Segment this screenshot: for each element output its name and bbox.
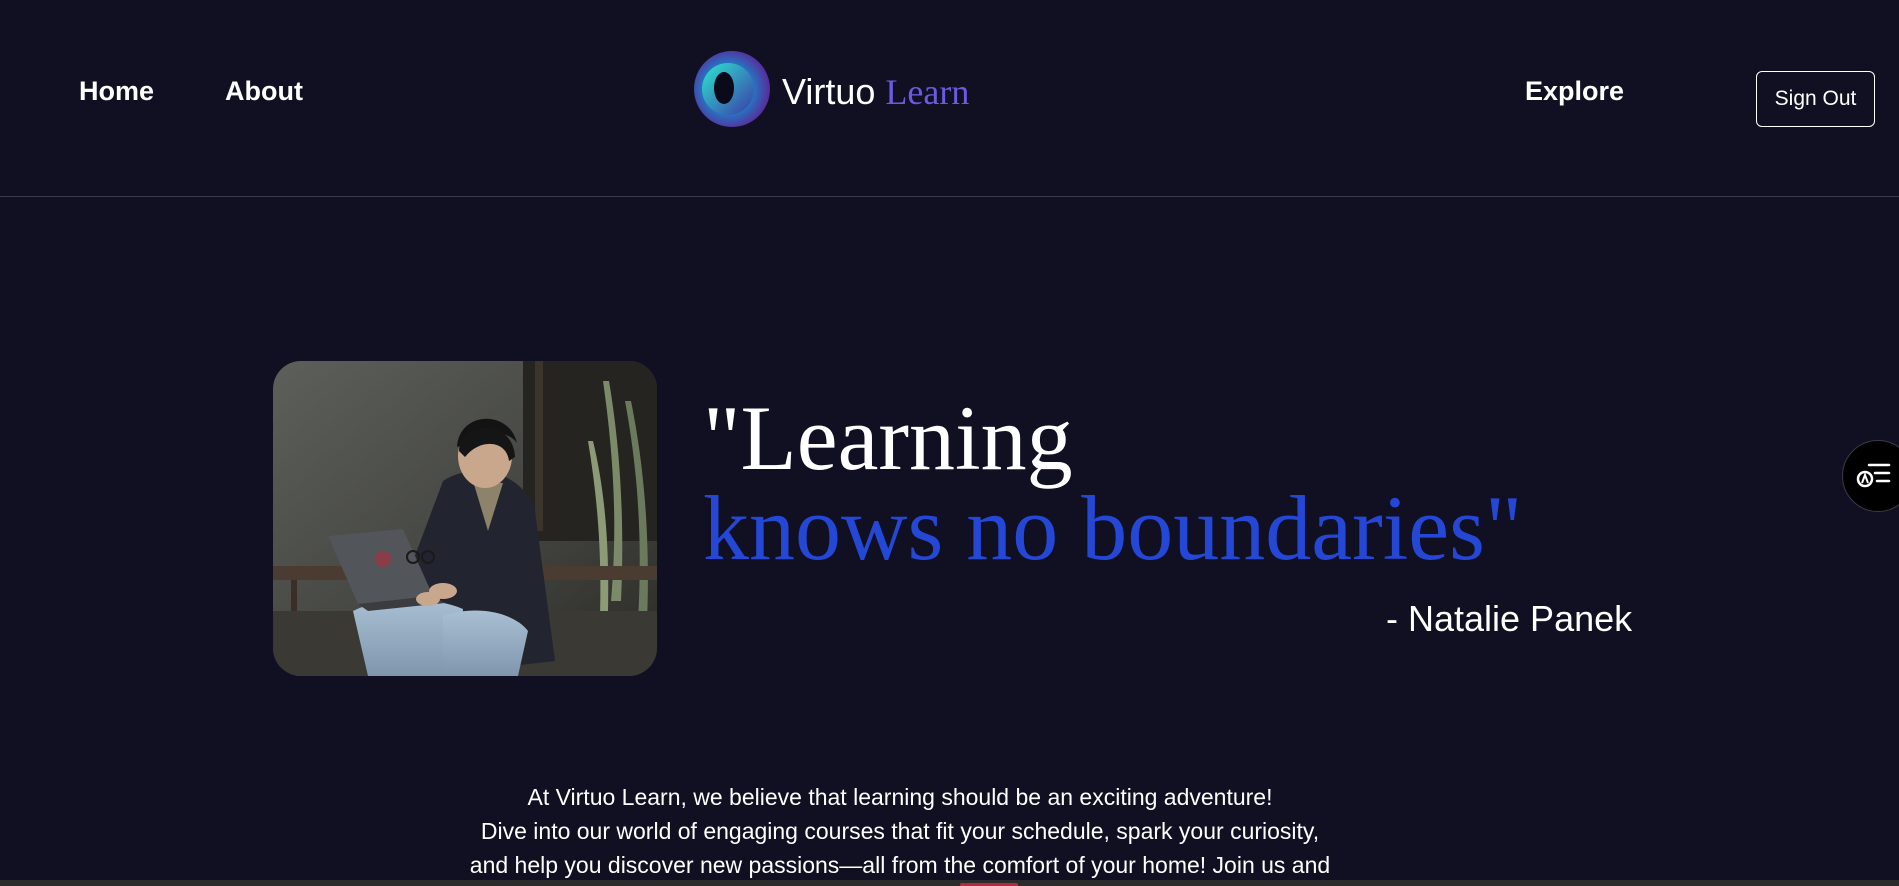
logo-learn-text: Learn [885,72,970,112]
logo-wordmark: Virtuo Learn [782,71,970,113]
bottom-bar [0,880,1899,886]
intro-line-3: and help you discover new passions—all f… [469,852,1331,878]
nav-explore-link[interactable]: Explore [1525,76,1624,107]
sign-out-button[interactable]: Sign Out [1756,71,1875,127]
accessibility-menu-icon [1856,463,1891,488]
nav-about-link[interactable]: About [225,76,303,107]
intro-text: At Virtuo Learn, we believe that learnin… [380,780,1420,882]
page: Home About Virtuo Learn Explore Sign Out… [0,0,1899,886]
quote-author: - Natalie Panek [1386,598,1633,639]
student-with-laptop-photo [273,361,657,676]
nav-home-link[interactable]: Home [79,76,154,107]
site-logo[interactable]: Virtuo Learn [692,49,972,129]
intro-line-2: Dive into our world of engaging courses … [480,818,1320,844]
quote-line-1: "Learning [703,387,1073,489]
logo-virtuo-text: Virtuo [782,71,876,112]
hero-photo [273,361,657,676]
intro-line-1: At Virtuo Learn, we believe that learnin… [527,784,1273,810]
site-header: Home About Virtuo Learn Explore Sign Out [0,0,1899,197]
accessibility-menu-button[interactable] [1842,440,1899,512]
quote-line-2: knows no boundaries" [703,477,1523,579]
logo-ring-icon [694,51,770,127]
